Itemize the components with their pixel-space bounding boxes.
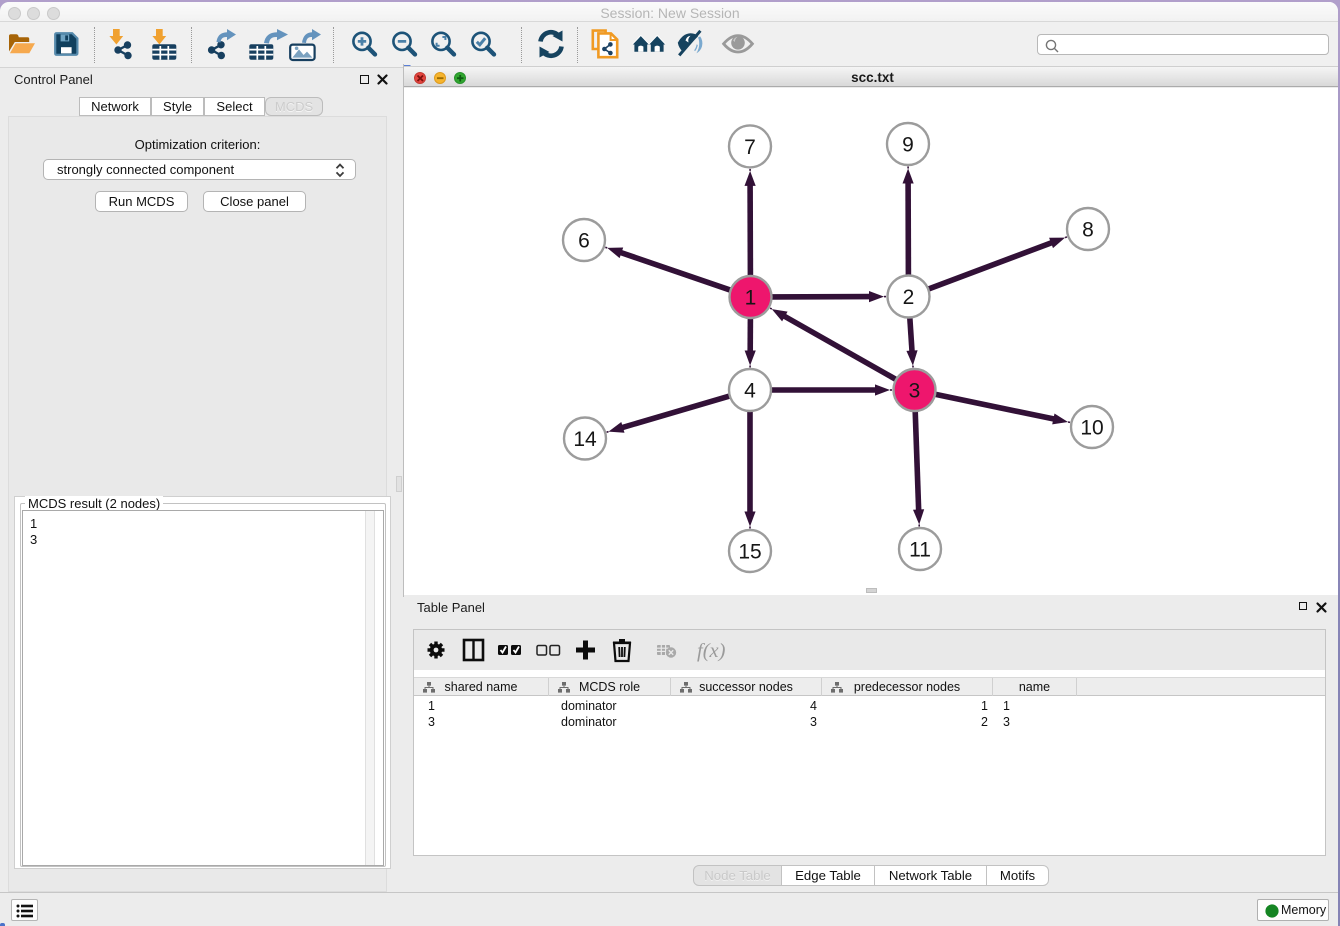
svg-text:2: 2 <box>903 286 915 309</box>
svg-text:9: 9 <box>902 134 914 157</box>
svg-text:7: 7 <box>744 136 756 159</box>
svg-text:11: 11 <box>909 539 931 562</box>
svg-text:3: 3 <box>909 380 921 403</box>
svg-text:15: 15 <box>738 541 761 564</box>
svg-text:14: 14 <box>573 428 597 451</box>
svg-text:6: 6 <box>578 230 590 253</box>
svg-text:10: 10 <box>1080 417 1103 440</box>
svg-text:8: 8 <box>1082 219 1094 242</box>
svg-text:1: 1 <box>745 287 757 310</box>
svg-text:f(x): f(x) <box>697 640 726 662</box>
svg-text:4: 4 <box>744 380 756 403</box>
